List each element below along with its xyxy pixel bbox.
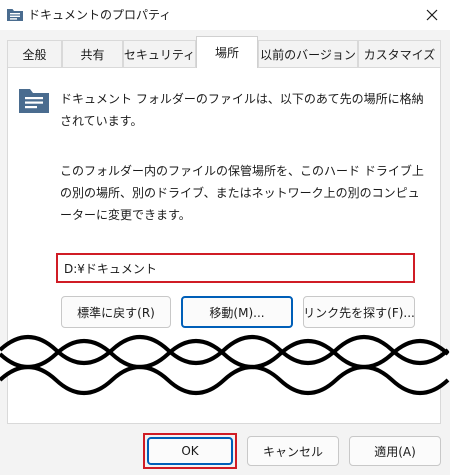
close-icon — [426, 9, 438, 21]
tab-security[interactable]: セキュリティ — [123, 40, 196, 67]
folder-path-input[interactable] — [64, 261, 413, 275]
find-target-button[interactable]: リンク先を探す(F)... — [303, 296, 415, 328]
move-button[interactable]: 移動(M)... — [181, 296, 293, 328]
tab-location[interactable]: 場所 — [196, 36, 258, 68]
tab-previous-versions[interactable]: 以前のバージョン — [258, 40, 358, 67]
documents-folder-icon — [7, 9, 23, 21]
screenshot-cut-divider — [0, 335, 450, 395]
tab-customize[interactable]: カスタマイズ — [358, 40, 441, 67]
restore-default-button[interactable]: 標準に戻す(R) — [61, 296, 171, 328]
documents-folder-icon — [19, 89, 49, 113]
ok-button[interactable]: OK — [147, 437, 233, 465]
window-title: ドキュメントのプロパティ — [28, 8, 172, 22]
cancel-button[interactable]: キャンセル — [247, 436, 339, 466]
location-description: ドキュメント フォルダーのファイルは、以下のあて先の場所に格納されています。 — [60, 92, 424, 128]
move-instructions: このフォルダー内のファイルの保管場所を、このハード ドライブ上の別の場所、別のド… — [60, 164, 424, 222]
folder-path-field[interactable] — [56, 253, 415, 283]
tab-sharing[interactable]: 共有 — [62, 40, 123, 67]
close-button[interactable] — [414, 0, 450, 30]
tab-general[interactable]: 全般 — [7, 40, 62, 67]
title-bar: ドキュメントのプロパティ — [0, 0, 450, 30]
properties-window: ドキュメントのプロパティ 全般 共有 セキュリティ 場所 以前のバージョン カス… — [0, 0, 450, 475]
apply-button[interactable]: 適用(A) — [349, 436, 441, 466]
